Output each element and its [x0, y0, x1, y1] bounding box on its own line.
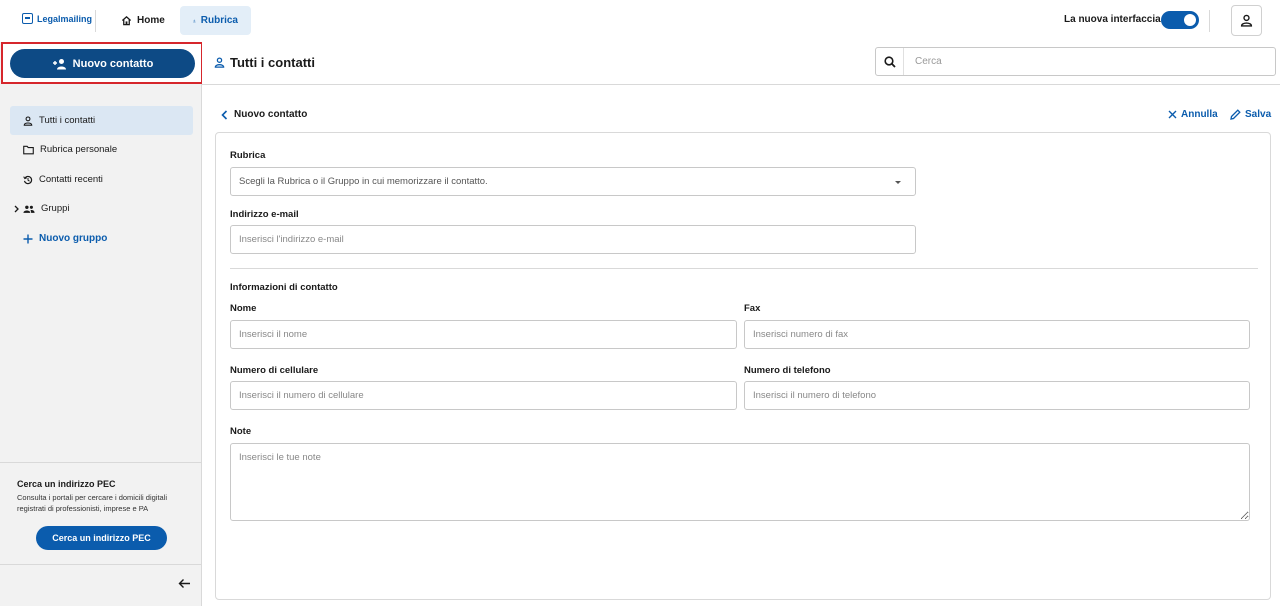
- contact-info-title: Informazioni di contatto: [230, 282, 338, 293]
- nav-rubrica-label: Rubrica: [200, 15, 238, 26]
- page-title-text: Tutti i contatti: [230, 55, 315, 70]
- rubrica-select[interactable]: Scegli la Rubrica o il Gruppo in cui mem…: [230, 167, 916, 196]
- pec-description: Consulta i portali per cercare i domicil…: [17, 493, 168, 513]
- sidebar: Nuovo contatto Tutti i contatti Rubrica …: [0, 42, 203, 606]
- divider: [230, 268, 1258, 269]
- save-label: Salva: [1245, 109, 1272, 120]
- sidebar-item-label: Gruppi: [41, 203, 70, 214]
- new-contact-label: Nuovo contatto: [72, 57, 154, 70]
- user-menu-button[interactable]: [1231, 5, 1262, 36]
- group-icon: [23, 205, 35, 213]
- top-bar: Legalmailing Home Rubrica La nuova inter…: [0, 0, 1280, 42]
- new-contact-button[interactable]: Nuovo contatto: [10, 49, 195, 78]
- name-field[interactable]: [230, 320, 737, 349]
- history-icon: [23, 175, 33, 184]
- person-icon: [214, 57, 225, 68]
- rubrica-label: Rubrica: [230, 150, 266, 161]
- pencil-icon: [1230, 109, 1241, 120]
- search-pec-button[interactable]: Cerca un indirizzo PEC: [36, 526, 167, 550]
- back-link-label: Nuovo contatto: [234, 109, 308, 120]
- mobile-field[interactable]: [230, 381, 737, 410]
- email-label: Indirizzo e-mail: [230, 209, 299, 220]
- user-icon: [1240, 14, 1253, 27]
- collapse-sidebar-icon[interactable]: [178, 578, 191, 589]
- new-interface-toggle[interactable]: [1161, 11, 1199, 29]
- close-icon: [1168, 110, 1177, 119]
- sidebar-item-groups[interactable]: Gruppi: [10, 194, 193, 223]
- mobile-label: Numero di cellulare: [230, 365, 319, 376]
- fax-label: Fax: [744, 303, 761, 314]
- chevron-left-icon: [221, 109, 228, 120]
- rubrica-select-value: Scegli la Rubrica o il Gruppo in cui mem…: [239, 176, 488, 187]
- chevron-right-icon[interactable]: [13, 205, 20, 213]
- app-logo[interactable]: Legalmailing: [22, 13, 92, 24]
- cancel-label: Annulla: [1181, 109, 1218, 120]
- chevron-down-icon: [895, 181, 901, 184]
- person-icon: [23, 115, 33, 126]
- new-contact-highlight: Nuovo contatto: [1, 42, 203, 84]
- plus-icon: [23, 234, 33, 243]
- notes-label: Note: [230, 426, 252, 437]
- divider: [0, 564, 201, 565]
- contact-form: Rubrica Scegli la Rubrica o il Gruppo in…: [215, 132, 1271, 600]
- sidebar-item-personal-book[interactable]: Rubrica personale: [10, 135, 193, 164]
- phone-label: Numero di telefono: [744, 365, 831, 376]
- back-link[interactable]: Nuovo contatto: [221, 109, 307, 120]
- sidebar-item-label: Rubrica personale: [40, 144, 118, 155]
- person-icon: [193, 19, 196, 22]
- logo-text: Legalmailing: [37, 13, 93, 24]
- add-group-label: Nuovo gruppo: [39, 233, 108, 244]
- page-title: Tutti i contatti: [214, 55, 315, 70]
- search-icon[interactable]: [876, 48, 904, 75]
- search-box: [875, 47, 1276, 76]
- nav-home-label: Home: [137, 15, 165, 26]
- nav-rubrica[interactable]: Rubrica: [180, 6, 251, 35]
- folder-icon: [23, 145, 34, 154]
- fax-field[interactable]: [744, 320, 1250, 349]
- new-interface-label: La nuova interfaccia: [1064, 14, 1161, 25]
- sidebar-item-label: Contatti recenti: [39, 174, 103, 185]
- logo-icon: [22, 13, 33, 24]
- sidebar-item-all-contacts[interactable]: Tutti i contatti: [10, 106, 193, 135]
- add-group-button[interactable]: Nuovo gruppo: [10, 224, 193, 253]
- email-field[interactable]: [230, 225, 916, 254]
- divider: [95, 10, 96, 32]
- form-action-bar: Nuovo contatto Annulla Salva: [215, 103, 1272, 129]
- cancel-button[interactable]: Annulla: [1168, 109, 1218, 120]
- name-label: Nome: [230, 303, 257, 314]
- pec-title: Cerca un indirizzo PEC: [17, 479, 116, 489]
- search-input[interactable]: [904, 56, 1275, 67]
- nav-home[interactable]: Home: [108, 6, 178, 35]
- divider: [0, 462, 201, 463]
- save-button[interactable]: Salva: [1230, 109, 1271, 120]
- divider: [1209, 10, 1210, 32]
- main-header: Tutti i contatti: [202, 42, 1280, 85]
- sidebar-item-recent-contacts[interactable]: Contatti recenti: [10, 165, 193, 194]
- notes-field[interactable]: [230, 443, 1250, 521]
- add-person-icon: [52, 58, 66, 69]
- sidebar-item-label: Tutti i contatti: [39, 115, 96, 126]
- home-icon: [121, 15, 132, 26]
- phone-field[interactable]: [744, 381, 1250, 410]
